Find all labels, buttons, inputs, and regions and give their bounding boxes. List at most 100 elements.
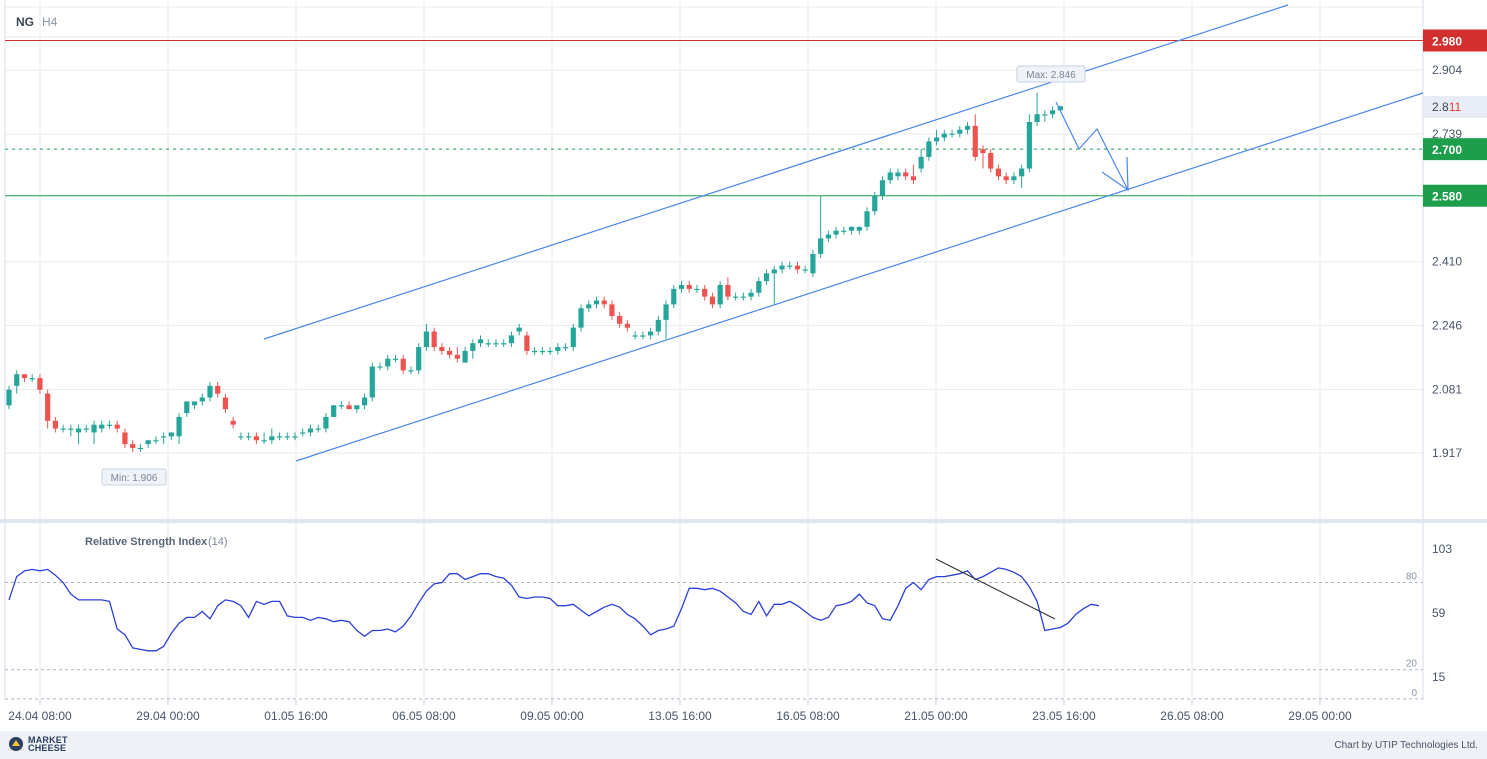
candle-body[interactable] [694,288,700,291]
candle-body[interactable] [300,432,306,434]
candle-body[interactable] [269,436,275,441]
candle-body[interactable] [934,137,940,142]
candle-body[interactable] [879,180,886,196]
candle-body[interactable] [346,405,352,410]
candle-body[interactable] [292,436,298,438]
candle-body[interactable] [106,424,113,426]
candle-body[interactable] [83,428,89,430]
candle-body[interactable] [810,253,816,274]
candle-body[interactable] [787,265,793,267]
candle-body[interactable] [1003,176,1009,181]
candle-body[interactable] [331,405,337,417]
candle-body[interactable] [524,335,530,351]
candle-body[interactable] [957,129,963,134]
candle-body[interactable] [60,428,66,430]
candle-body[interactable] [323,416,329,429]
candle-body[interactable] [6,389,12,406]
candle-body[interactable] [284,436,290,438]
candle-body[interactable] [153,440,159,442]
candle-body[interactable] [508,335,515,344]
candle-body[interactable] [276,436,283,438]
candle-body[interactable] [779,265,785,270]
candle-body[interactable] [369,366,375,398]
candle-body[interactable] [733,296,739,298]
candle-body[interactable] [941,133,947,138]
candle-body[interactable] [439,347,445,351]
candle-body[interactable] [555,347,561,351]
candle-body[interactable] [431,331,437,348]
candle-body[interactable] [501,343,507,345]
candle-body[interactable] [145,440,151,445]
candle-body[interactable] [818,238,824,254]
candle-body[interactable] [37,378,43,390]
candle-body[interactable] [609,304,615,317]
candle-body[interactable] [725,284,731,297]
candle-body[interactable] [315,428,321,430]
candle-body[interactable] [1034,114,1040,122]
candle-body[interactable] [91,424,97,433]
candle-body[interactable] [756,281,762,293]
candle-body[interactable] [763,273,770,282]
candle-body[interactable] [640,335,646,337]
candle-body[interactable] [307,428,314,433]
candle-body[interactable] [825,234,831,239]
candle-body[interactable] [199,397,205,402]
candle-body[interactable] [338,405,344,407]
candle-body[interactable] [964,125,971,130]
candle-body[interactable] [794,265,801,270]
candle-body[interactable] [1026,121,1032,169]
candle-body[interactable] [261,440,267,442]
candle-body[interactable] [462,350,468,363]
candle-body[interactable] [887,172,893,181]
candle-body[interactable] [980,149,986,154]
candle-body[interactable] [686,284,692,289]
candle-body[interactable] [29,378,35,380]
candle-body[interactable] [114,424,120,429]
candle-body[interactable] [470,343,476,351]
candle-body[interactable] [354,405,360,410]
candle-body[interactable] [68,428,74,430]
candle-body[interactable] [14,374,20,386]
candle-body[interactable] [253,436,259,441]
candle-body[interactable] [122,432,128,445]
candle-body[interactable] [841,230,847,232]
candle-body[interactable] [624,323,630,328]
candle-body[interactable] [671,288,677,305]
candle-body[interactable] [910,176,917,181]
candle-body[interactable] [709,296,716,305]
candle-body[interactable] [1049,110,1056,115]
candle-body[interactable] [222,397,229,410]
candle-body[interactable] [21,374,28,379]
candle-body[interactable] [377,366,383,368]
panel-separator[interactable] [0,519,1487,523]
candle-body[interactable] [385,358,391,367]
candle-body[interactable] [423,331,430,348]
candle-body[interactable] [75,428,82,433]
candle-body[interactable] [988,153,994,169]
candle-body[interactable] [833,230,839,235]
candle-body[interactable] [45,393,51,421]
candle-body[interactable] [416,347,422,371]
candle-body[interactable] [949,133,955,135]
brand[interactable]: MARKET CHEESE [8,736,88,753]
candle-body[interactable] [215,385,221,394]
candle-body[interactable] [532,350,538,353]
candle-body[interactable] [617,316,623,324]
candle-body[interactable] [895,172,901,177]
candle-body[interactable] [238,436,244,438]
candle-body[interactable] [601,300,607,305]
candle-body[interactable] [647,331,654,336]
chart-credit[interactable]: Chart by UTIP Technologies Ltd. [1334,740,1478,751]
candle-body[interactable] [702,288,708,297]
candle-body[interactable] [678,284,685,289]
candle-body[interactable] [995,168,1002,177]
candle-body[interactable] [539,350,545,353]
candle-body[interactable] [578,308,584,328]
candle-body[interactable] [802,269,808,271]
candle-body[interactable] [176,416,182,437]
candle-body[interactable] [447,350,453,355]
candle-body[interactable] [493,343,499,345]
candle-body[interactable] [655,319,661,332]
candle-body[interactable] [547,350,553,353]
candle-body[interactable] [454,354,460,359]
